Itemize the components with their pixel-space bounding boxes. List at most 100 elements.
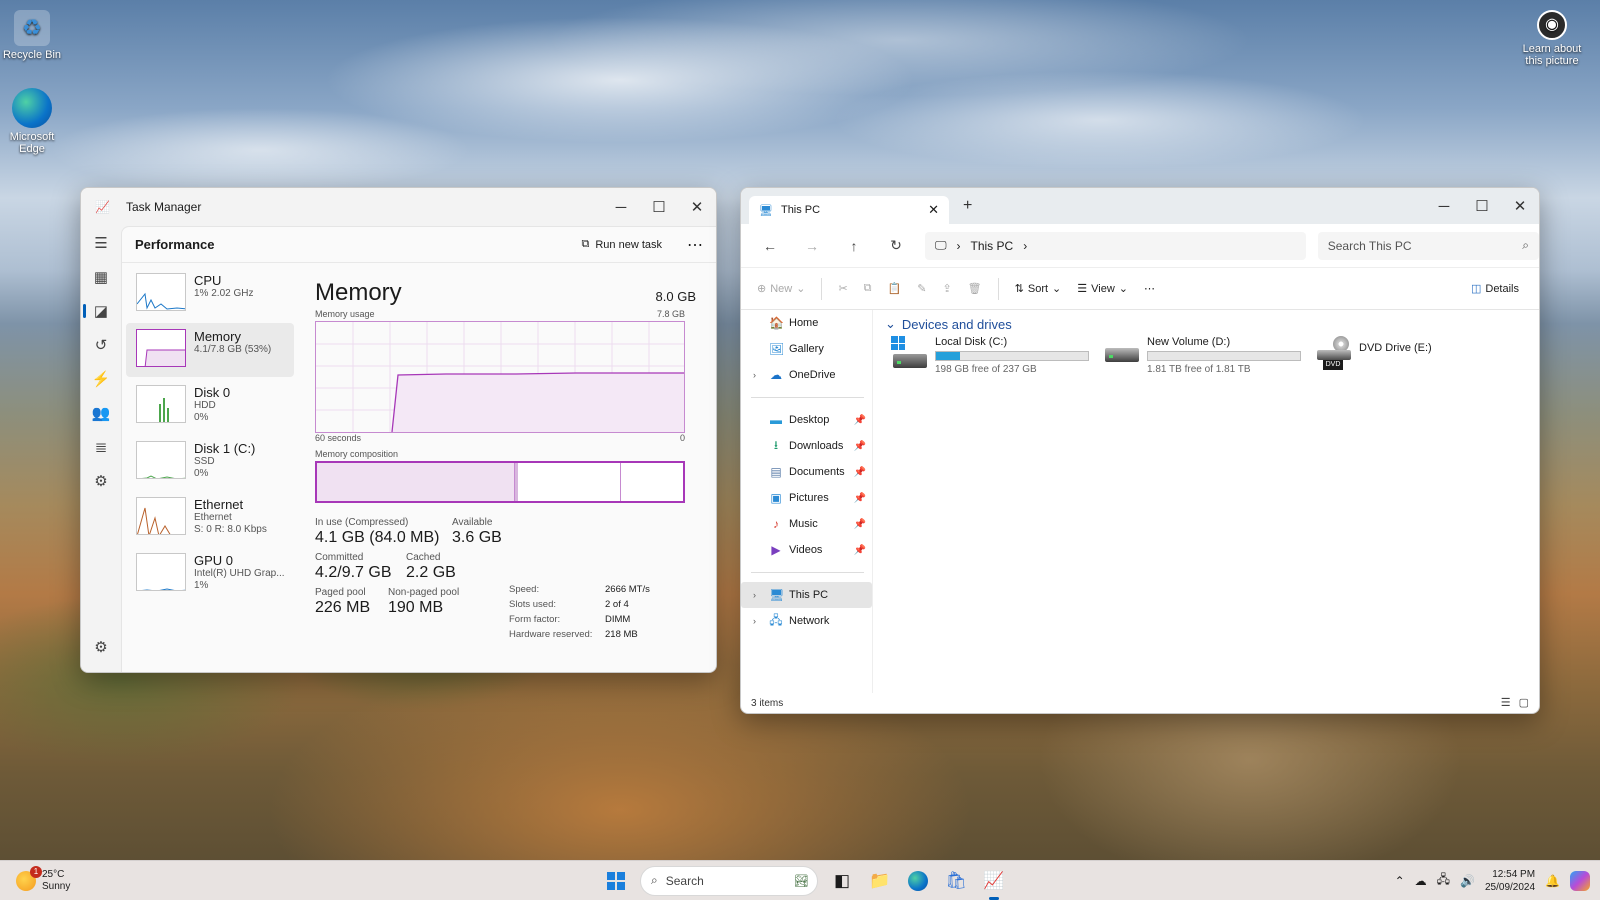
search-icon: ⌕ — [1522, 238, 1530, 252]
hamburger-menu-icon[interactable]: ☰ — [81, 226, 121, 260]
cut-icon[interactable]: ✂ — [838, 282, 847, 295]
nav-home[interactable]: 🏠 Home — [741, 310, 872, 336]
nav-gallery[interactable]: 🖼 Gallery — [741, 336, 872, 362]
weather-widget[interactable]: 1 25°C Sunny — [16, 865, 70, 893]
details-list-icon[interactable]: ≣ — [81, 430, 121, 464]
plus-circle-icon: ⊕ — [757, 283, 767, 295]
start-button[interactable] — [602, 867, 630, 895]
users-icon[interactable]: 👥 — [81, 396, 121, 430]
onedrive-offline-icon[interactable]: ☁ — [1415, 874, 1427, 888]
devices-group-header[interactable]: ⌄ Devices and drives — [881, 316, 1539, 332]
tab-this-pc[interactable]: 🖥 This PC ✕ — [749, 196, 949, 224]
share-icon[interactable]: ⇪ — [942, 282, 951, 295]
nav-onedrive[interactable]: › ☁ OneDrive — [741, 362, 872, 388]
view-button[interactable]: ☰ View ⌄ — [1077, 282, 1128, 296]
drive-name: DVD Drive (E:) — [1359, 342, 1432, 354]
new-button[interactable]: ⊕ New ⌄ — [757, 282, 805, 296]
task-view-icon[interactable]: ◧ — [828, 867, 856, 895]
network-icon[interactable]: 🖧 — [1437, 870, 1450, 891]
run-new-task-button[interactable]: ⧉ Run new task — [581, 238, 662, 251]
composition-free[interactable] — [621, 463, 683, 501]
drive-c[interactable]: Local Disk (C:) 198 GB free of 237 GB — [891, 336, 1091, 375]
volume-icon[interactable]: 🔊 — [1460, 874, 1475, 888]
nav-network[interactable]: › 🖧 Network — [741, 608, 872, 634]
maximize-button[interactable]: ☐ — [640, 188, 678, 226]
notifications-bell-icon[interactable]: 🔔 — [1545, 874, 1560, 888]
perf-item-detail: Ethernet — [194, 512, 232, 523]
details-pane-button[interactable]: ◫ Details — [1471, 282, 1519, 296]
nav-desktop[interactable]: ▬ Desktop 📌 — [741, 407, 872, 433]
explorer-titlebar[interactable]: 🖥 This PC ✕ + ─ ☐ ✕ — [741, 188, 1539, 224]
copilot-icon[interactable] — [1570, 870, 1590, 891]
perf-item-cpu[interactable]: CPU 1% 2.02 GHz — [126, 267, 294, 321]
expand-chevron-icon[interactable]: › — [753, 616, 763, 626]
sort-button[interactable]: ⇅ Sort ⌄ — [1015, 282, 1062, 296]
breadcrumb[interactable]: This PC — [971, 239, 1014, 253]
back-arrow-icon[interactable]: ← — [751, 238, 789, 254]
drive-e[interactable]: DVD DVD Drive (E:) — [1315, 336, 1515, 375]
refresh-icon[interactable]: ↻ — [877, 237, 915, 254]
services-icon[interactable]: ⚙ — [81, 464, 121, 498]
composition-standby[interactable] — [518, 463, 621, 501]
close-button[interactable]: ✕ — [1501, 188, 1539, 224]
rename-icon[interactable]: ✎ — [917, 282, 926, 295]
composition-in-use[interactable] — [317, 463, 515, 501]
file-explorer-icon[interactable]: 📁 — [866, 867, 894, 895]
more-options-button[interactable]: ⋯ — [680, 235, 710, 255]
nav-label: Pictures — [789, 492, 829, 504]
paste-icon[interactable]: 📋 — [888, 282, 902, 295]
learn-about-picture[interactable]: ◉ Learn about this picture — [1520, 10, 1584, 67]
perf-item-detail: 1% 2.02 GHz — [194, 288, 254, 299]
processes-icon[interactable]: ▦ — [81, 260, 121, 294]
task-manager-icon[interactable]: 📈 — [980, 867, 1008, 900]
search-input[interactable]: Search This PC ⌕ — [1317, 231, 1539, 260]
minimize-button[interactable]: ─ — [602, 188, 640, 226]
minimize-button[interactable]: ─ — [1425, 188, 1463, 224]
startup-apps-icon[interactable]: ⚡ — [81, 362, 121, 396]
chevron-up-icon[interactable]: ⌃ — [1395, 874, 1405, 888]
performance-icon[interactable]: ◪ — [81, 294, 121, 328]
clock-time: 12:54 PM — [1492, 868, 1536, 880]
perf-item-disk0[interactable]: Disk 0 HDD 0% — [126, 379, 294, 433]
expand-chevron-icon[interactable]: › — [753, 590, 763, 600]
more-options-icon[interactable]: ⋯ — [1144, 282, 1155, 295]
new-tab-button[interactable]: + — [963, 197, 972, 215]
expand-chevron-icon[interactable]: › — [753, 370, 763, 380]
breadcrumb-chevron-icon[interactable]: › — [1023, 239, 1027, 253]
maximize-button[interactable]: ☐ — [1463, 188, 1501, 224]
microsoft-store-icon[interactable]: 🛍 — [942, 867, 970, 895]
large-icons-view-icon[interactable]: ▢ — [1519, 696, 1529, 709]
close-tab-icon[interactable]: ✕ — [928, 202, 939, 218]
desktop-folder-icon: ▬ — [770, 413, 782, 427]
forward-arrow-icon[interactable]: → — [793, 238, 831, 254]
task-manager-titlebar[interactable]: 📈 Task Manager ─ ☐ ✕ — [81, 188, 716, 226]
drive-d[interactable]: New Volume (D:) 1.81 TB free of 1.81 TB — [1103, 336, 1303, 375]
details-view-icon[interactable]: ☰ — [1501, 696, 1511, 709]
perf-item-disk1[interactable]: Disk 1 (C:) SSD 0% — [126, 435, 294, 489]
taskbar-search[interactable]: ⌕ Search 🏞 — [640, 865, 818, 896]
perf-item-name: Disk 1 (C:) — [194, 441, 256, 456]
perf-item-name: Disk 0 — [194, 385, 231, 400]
nav-label: Music — [789, 518, 818, 530]
nav-downloads[interactable]: ⭳ Downloads 📌 — [741, 433, 872, 459]
nav-videos[interactable]: ▶ Videos 📌 — [741, 537, 872, 563]
nav-music[interactable]: ♪ Music 📌 — [741, 511, 872, 537]
settings-gear-icon[interactable]: ⚙ — [81, 630, 121, 664]
delete-icon[interactable]: 🗑 — [968, 282, 982, 295]
perf-item-ethernet[interactable]: Ethernet Ethernet S: 0 R: 8.0 Kbps — [126, 491, 294, 545]
up-arrow-icon[interactable]: ↑ — [835, 238, 873, 254]
desktop-icon-recycle-bin[interactable]: ♻ Recycle Bin — [0, 10, 64, 61]
nav-documents[interactable]: ▤ Documents 📌 — [741, 459, 872, 485]
nav-pictures[interactable]: ▣ Pictures 📌 — [741, 485, 872, 511]
desktop-icon-edge[interactable]: Microsoft Edge — [0, 88, 64, 155]
copy-icon[interactable]: ⧉ — [864, 282, 872, 295]
divider — [997, 277, 999, 300]
close-button[interactable]: ✕ — [678, 188, 716, 226]
perf-item-gpu0[interactable]: GPU 0 Intel(R) UHD Grap... 1% — [126, 547, 294, 601]
perf-item-memory[interactable]: Memory 4.1/7.8 GB (53%) — [126, 323, 294, 377]
address-bar[interactable]: 🖵 › This PC › — [924, 231, 1306, 260]
app-history-icon[interactable]: ↺ — [81, 328, 121, 362]
clock[interactable]: 12:54 PM 25/09/2024 — [1485, 868, 1535, 894]
edge-icon[interactable] — [904, 867, 932, 895]
nav-this-pc[interactable]: › 🖥 This PC — [741, 582, 872, 608]
